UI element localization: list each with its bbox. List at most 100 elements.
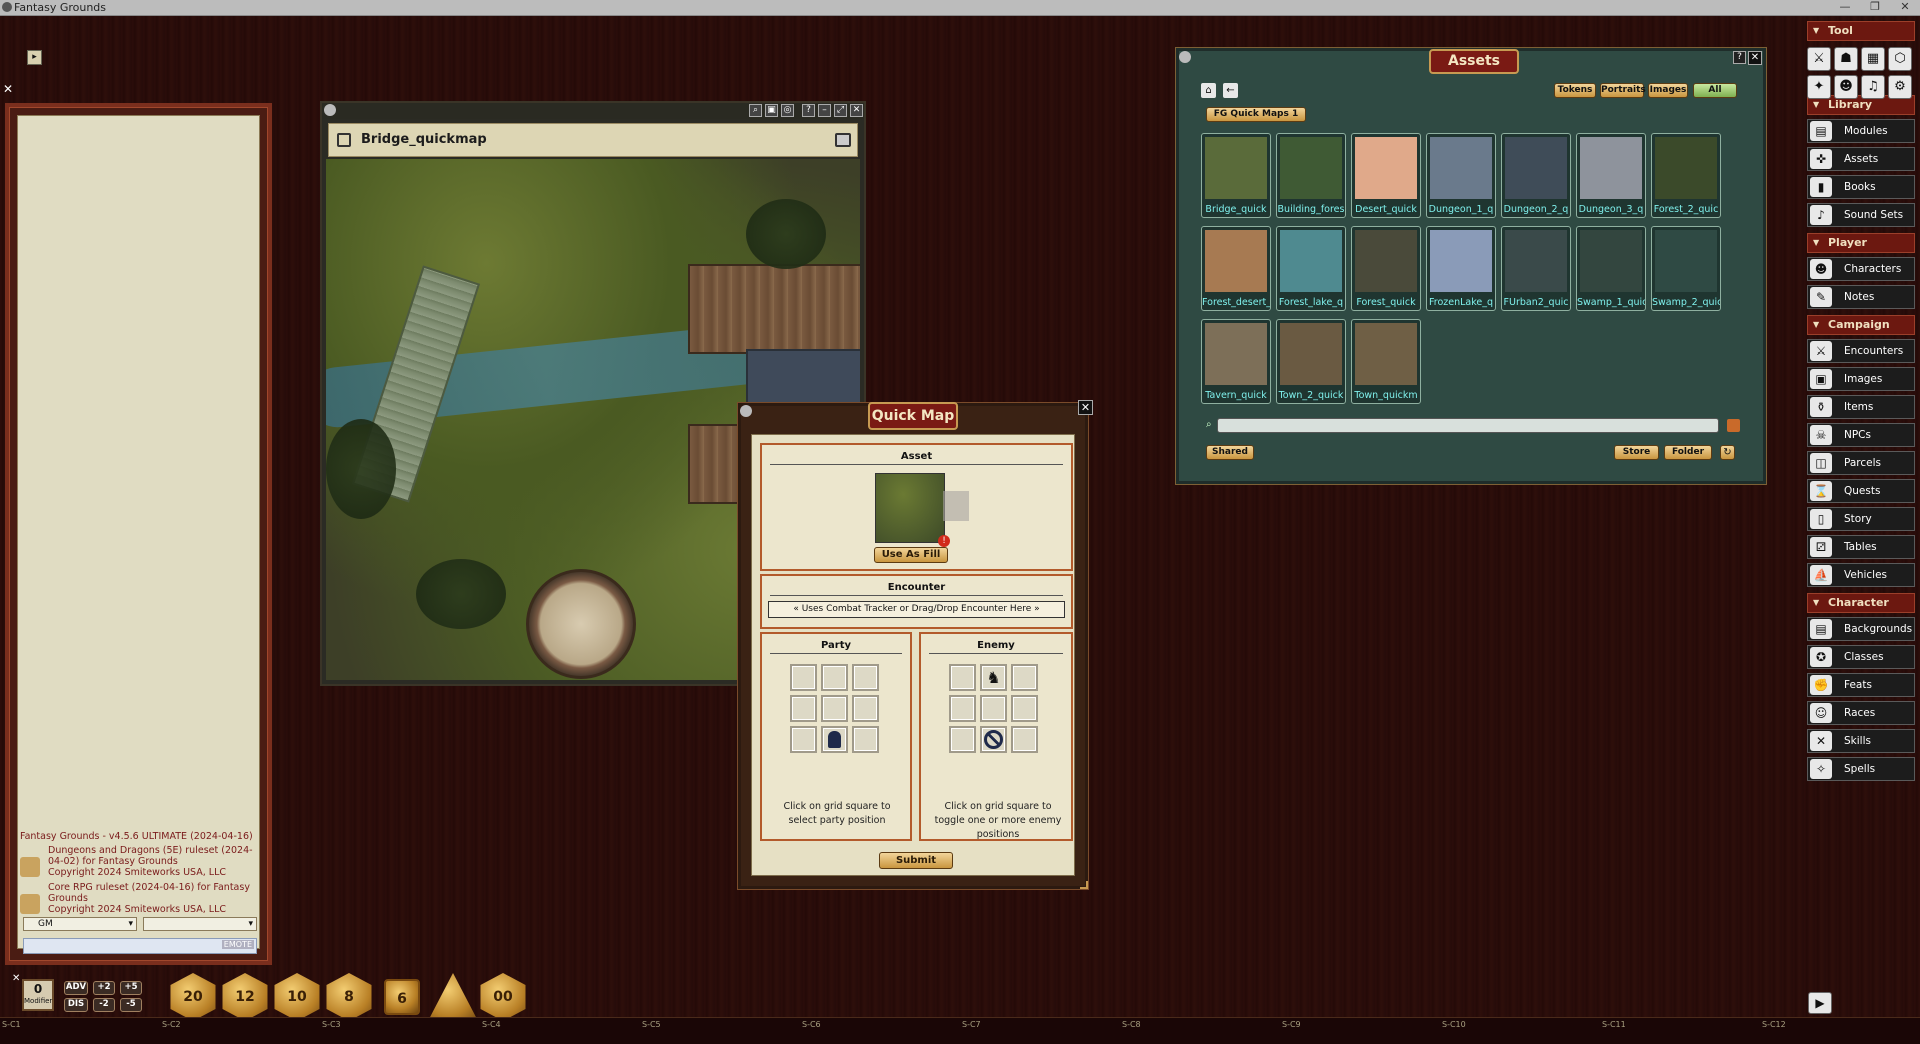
shared-button[interactable]: Shared bbox=[1206, 445, 1254, 460]
party-grid-cell[interactable] bbox=[821, 695, 848, 722]
asset-tile[interactable]: Dungeon_2_q bbox=[1501, 133, 1571, 218]
chat-mode-dropdown[interactable] bbox=[143, 917, 257, 931]
hotkey-slot-label[interactable]: S-C6 bbox=[802, 1020, 821, 1029]
adv-button[interactable]: ADV bbox=[64, 981, 88, 995]
close-button[interactable]: ✕ bbox=[1890, 0, 1920, 16]
sidebar-item-npcs[interactable]: ☠ NPCs bbox=[1807, 423, 1915, 447]
enemy-grid-cell[interactable] bbox=[1011, 695, 1038, 722]
window-lock-icon[interactable] bbox=[740, 405, 752, 417]
asset-tile[interactable]: Tavern_quick bbox=[1201, 319, 1271, 404]
enemy-grid-cell[interactable] bbox=[949, 664, 976, 691]
zoom-icon[interactable]: ⌕ bbox=[749, 104, 762, 117]
enemy-grid-cell[interactable] bbox=[980, 695, 1007, 722]
hotkey-slot-label[interactable]: S-C2 bbox=[162, 1020, 181, 1029]
die-12-icon[interactable]: 12 bbox=[222, 973, 268, 1021]
asset-search-input[interactable] bbox=[1217, 418, 1719, 433]
asset-tile[interactable]: Forest_lake_q bbox=[1276, 226, 1346, 311]
sidebar-item-spells[interactable]: ✧ Spells bbox=[1807, 757, 1915, 781]
maximize-button[interactable]: ❐ bbox=[1860, 0, 1890, 16]
resize-handle[interactable] bbox=[1080, 881, 1088, 889]
calendar-tool-icon[interactable]: ▦ bbox=[1861, 47, 1885, 71]
die-6-icon[interactable]: 6 bbox=[384, 979, 420, 1015]
sidebar-item-parcels[interactable]: ◫ Parcels bbox=[1807, 451, 1915, 475]
sidebar-item-assets[interactable]: ✜ Assets bbox=[1807, 147, 1915, 171]
toggle-sidebar-icon[interactable]: ▸ bbox=[27, 50, 42, 65]
asset-tile[interactable]: Building_fores bbox=[1276, 133, 1346, 218]
sidebar-item-backgrounds[interactable]: ▤ Backgrounds bbox=[1807, 617, 1915, 641]
enemy-grid-cell[interactable] bbox=[949, 695, 976, 722]
party-tool-icon[interactable]: ☗ bbox=[1834, 47, 1858, 71]
lock-icon[interactable]: ▣ bbox=[765, 104, 778, 117]
sidebar-item-items[interactable]: ⚱ Items bbox=[1807, 395, 1915, 419]
die-d4-icon[interactable] bbox=[428, 973, 478, 1021]
die-20-icon[interactable]: 20 bbox=[170, 973, 216, 1021]
use-as-fill-button[interactable]: Use As Fill bbox=[874, 547, 948, 563]
dis-button[interactable]: DIS bbox=[64, 998, 88, 1012]
sidebar-item-notes[interactable]: ✎ Notes bbox=[1807, 285, 1915, 309]
asset-tile[interactable]: Swamp_1_quic bbox=[1576, 226, 1646, 311]
sidebar-item-skills[interactable]: ✕ Skills bbox=[1807, 729, 1915, 753]
sidebar-section-character[interactable]: Character bbox=[1807, 593, 1915, 613]
home-icon[interactable]: ⌂ bbox=[1201, 83, 1216, 98]
filter-portraits-button[interactable]: Portraits bbox=[1600, 83, 1646, 98]
combat-tool-icon[interactable]: ⚔ bbox=[1807, 47, 1831, 71]
submit-button[interactable]: Submit bbox=[879, 852, 953, 869]
dice-tool-icon[interactable]: ⬡ bbox=[1888, 47, 1912, 71]
party-grid-cell[interactable] bbox=[790, 695, 817, 722]
party-grid-cell[interactable] bbox=[790, 664, 817, 691]
asset-tile[interactable]: Town_quickm bbox=[1351, 319, 1421, 404]
party-grid-cell[interactable] bbox=[852, 695, 879, 722]
sidebar-item-images[interactable]: ▣ Images bbox=[1807, 367, 1915, 391]
hotkey-slot-label[interactable]: S-C1 bbox=[2, 1020, 21, 1029]
minus2-button[interactable]: -2 bbox=[93, 998, 115, 1012]
expand-window-icon[interactable]: ⤢ bbox=[834, 104, 847, 117]
asset-tile[interactable]: Swamp_2_quic bbox=[1651, 226, 1721, 311]
next-icon[interactable]: ▶ bbox=[1808, 992, 1832, 1014]
hotkey-slot-label[interactable]: S-C10 bbox=[1442, 1020, 1466, 1029]
hotkey-slot-label[interactable]: S-C4 bbox=[482, 1020, 501, 1029]
filter-images-button[interactable]: Images bbox=[1648, 83, 1688, 98]
asset-tile[interactable]: FrozenLake_q bbox=[1426, 226, 1496, 311]
plus2-button[interactable]: +2 bbox=[93, 981, 115, 995]
map-window-titlebar[interactable]: ⌕ ▣ ◎ ? – ⤢ ✕ bbox=[322, 103, 864, 119]
sidebar-item-quests[interactable]: ⌛ Quests bbox=[1807, 479, 1915, 503]
close-window-icon[interactable]: ✕ bbox=[1748, 51, 1762, 65]
enemy-grid-cell[interactable] bbox=[980, 726, 1007, 753]
hotkey-slot-label[interactable]: S-C5 bbox=[642, 1020, 661, 1029]
sidebar-section-campaign[interactable]: Campaign bbox=[1807, 315, 1915, 335]
players-tool-icon[interactable]: ☻ bbox=[1834, 75, 1858, 99]
close-modifier-icon[interactable]: ✕ bbox=[12, 973, 20, 984]
minus5-button[interactable]: -5 bbox=[120, 998, 142, 1012]
sidebar-item-races[interactable]: ☺ Races bbox=[1807, 701, 1915, 725]
modifier-box[interactable]: 0 Modifier bbox=[22, 979, 54, 1011]
party-grid-cell[interactable] bbox=[852, 664, 879, 691]
sidebar-item-characters[interactable]: ☻ Characters bbox=[1807, 257, 1915, 281]
toolbar-toggle-icon[interactable] bbox=[835, 133, 851, 147]
music-tool-icon[interactable]: ♫ bbox=[1861, 75, 1885, 99]
asset-tile[interactable]: Forest_desert_ bbox=[1201, 226, 1271, 311]
asset-tile[interactable]: Forest_quick bbox=[1351, 226, 1421, 311]
hotkey-slot-label[interactable]: S-C9 bbox=[1282, 1020, 1301, 1029]
folder-breadcrumb-button[interactable]: FG Quick Maps 1 bbox=[1206, 107, 1306, 122]
party-grid-cell[interactable] bbox=[821, 726, 848, 753]
asset-tile[interactable]: Dungeon_3_q bbox=[1576, 133, 1646, 218]
asset-tile[interactable]: FUrban2_quic bbox=[1501, 226, 1571, 311]
hotkey-slot-label[interactable]: S-C7 bbox=[962, 1020, 981, 1029]
sidebar-item-modules[interactable]: ▤ Modules bbox=[1807, 119, 1915, 143]
sidebar-item-classes[interactable]: ✪ Classes bbox=[1807, 645, 1915, 669]
sidebar-item-books[interactable]: ▮ Books bbox=[1807, 175, 1915, 199]
folder-button[interactable]: Folder bbox=[1664, 445, 1712, 460]
sidebar-item-story[interactable]: ▯ Story bbox=[1807, 507, 1915, 531]
asset-preview[interactable] bbox=[875, 473, 945, 543]
asset-tile[interactable]: Town_2_quick bbox=[1276, 319, 1346, 404]
sidebar-item-encounters[interactable]: ⚔ Encounters bbox=[1807, 339, 1915, 363]
sidebar-item-sound-sets[interactable]: ♪ Sound Sets bbox=[1807, 203, 1915, 227]
close-window-icon[interactable]: ✕ bbox=[850, 104, 863, 117]
asset-tile[interactable]: Bridge_quick bbox=[1201, 133, 1271, 218]
sidebar-section-tool[interactable]: Tool bbox=[1807, 21, 1915, 41]
hotkey-slot-label[interactable]: S-C8 bbox=[1122, 1020, 1141, 1029]
encounter-dropzone[interactable]: « Uses Combat Tracker or Drag/Drop Encou… bbox=[768, 601, 1065, 618]
sidebar-item-tables[interactable]: ⚂ Tables bbox=[1807, 535, 1915, 559]
asset-tile[interactable]: Forest_2_quic bbox=[1651, 133, 1721, 218]
emote-button[interactable]: EMOTE bbox=[221, 940, 254, 949]
